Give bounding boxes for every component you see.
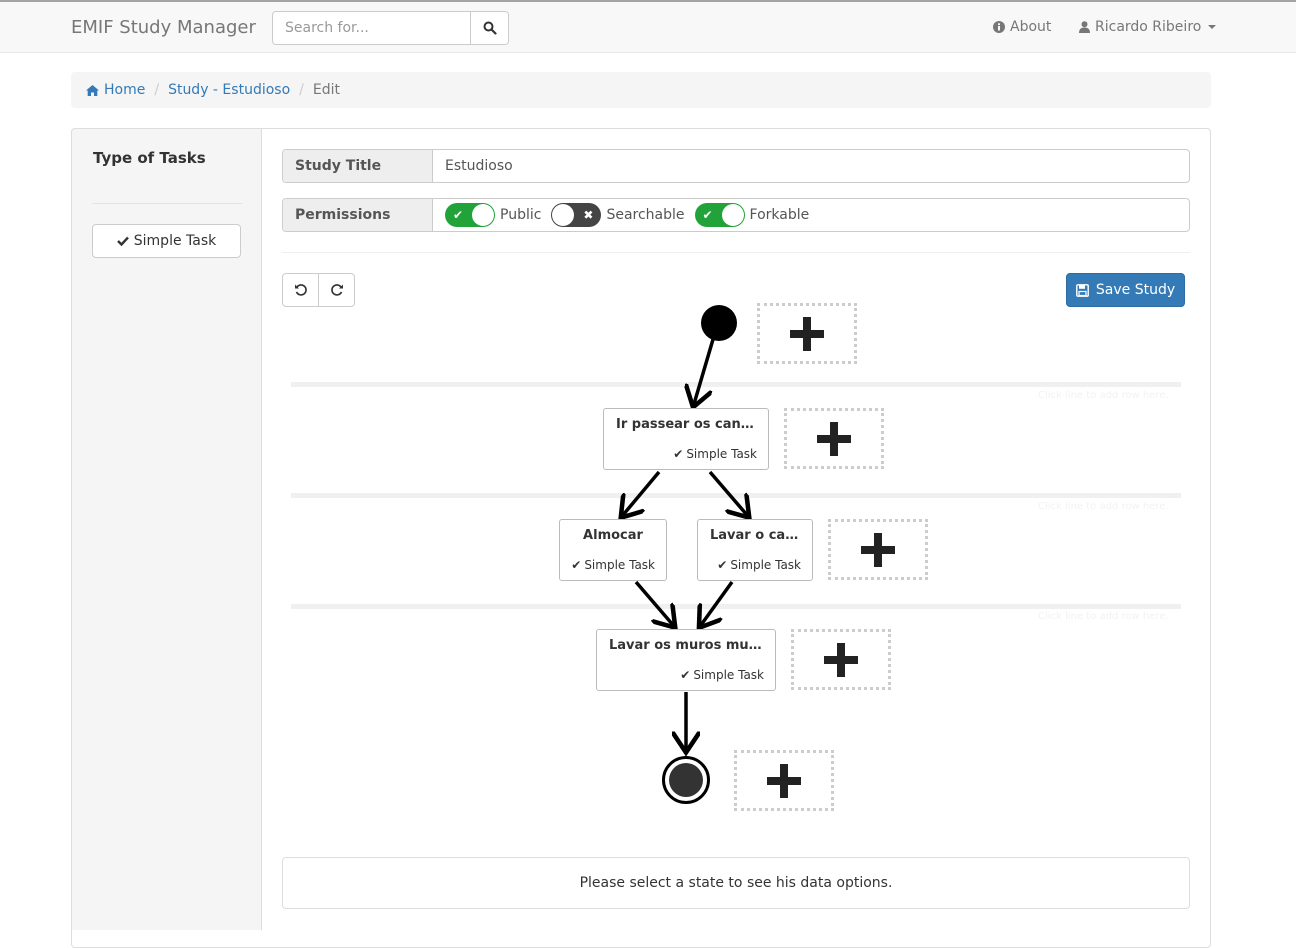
task-node[interactable]: Lavar o carro ✔ Simple Task [697,519,813,581]
task-type-label: Simple Task [693,668,764,682]
add-task-button[interactable] [828,519,928,580]
task-type: ✔ Simple Task [680,668,764,682]
check-icon: ✔ [571,558,582,572]
task-type: ✔ Simple Task [571,558,655,572]
state-options-message: Please select a state to see his data op… [579,875,893,891]
task-title: Almocar [583,528,643,543]
plus-icon [790,316,824,351]
add-task-button[interactable] [784,408,884,469]
task-node[interactable]: Ir passear os canites ✔ Simple Task [603,408,769,470]
plus-icon [861,532,895,567]
start-state[interactable] [701,305,737,341]
task-type-label: Simple Task [686,447,757,461]
task-type-label: Simple Task [730,558,801,572]
add-task-button[interactable] [734,750,834,811]
plus-icon [767,763,801,798]
plus-icon [817,421,851,456]
add-task-button[interactable] [757,303,857,364]
check-icon: ✔ [673,447,684,461]
task-type-label: Simple Task [584,558,655,572]
check-icon: ✔ [717,558,728,572]
task-title: Lavar o carro [710,528,807,543]
check-icon: ✔ [680,668,691,682]
task-node[interactable]: Almocar ✔ Simple Task [559,519,667,581]
plus-icon [824,642,858,677]
task-type: ✔ Simple Task [717,558,801,572]
task-node[interactable]: Lavar os muros muito sujos ✔ Simple Task [596,629,776,691]
task-title: Lavar os muros muito sujos [609,638,775,653]
task-type: ✔ Simple Task [673,447,757,461]
add-task-button[interactable] [791,629,891,690]
task-title: Ir passear os canites [616,417,768,432]
state-options-panel: Please select a state to see his data op… [282,857,1190,909]
end-state[interactable] [662,756,710,804]
